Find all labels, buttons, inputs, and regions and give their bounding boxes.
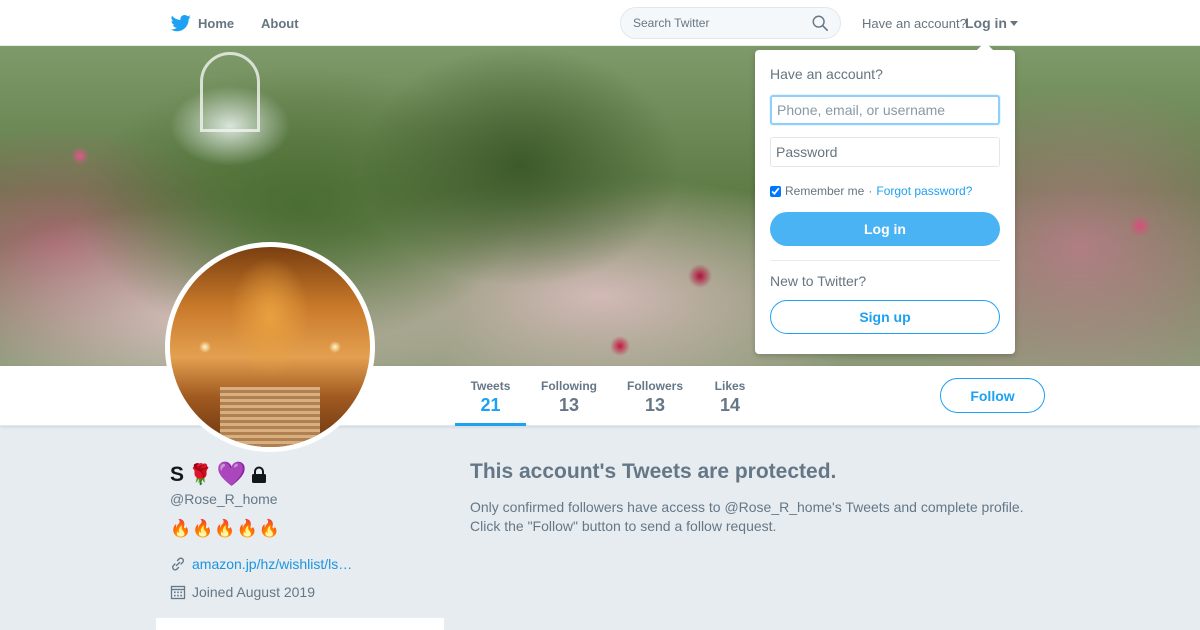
stat-likes[interactable]: Likes 14 — [708, 366, 752, 426]
stat-following-value: 13 — [558, 395, 580, 415]
protected-line-2: Click the "Follow" button to send a foll… — [470, 518, 777, 534]
login-dropdown-toggle[interactable]: Log in — [965, 15, 1018, 31]
profile-handle[interactable]: @Rose_R_home — [170, 491, 278, 507]
sidebar-card — [156, 618, 444, 630]
phone-email-username-field[interactable] — [770, 95, 1000, 125]
profile-joined-text: Joined August 2019 — [192, 584, 315, 600]
avatar[interactable] — [165, 242, 375, 452]
profile-website-link[interactable]: amazon.jp/hz/wishlist/ls… — [192, 556, 352, 572]
profile-bio: 🔥🔥🔥🔥🔥 — [170, 519, 281, 538]
have-account-text: Have an account? — [862, 16, 967, 31]
dropdown-divider — [770, 260, 1000, 261]
profile-link-row: amazon.jp/hz/wishlist/ls… — [170, 556, 352, 572]
protected-line-1: Only confirmed followers have access to … — [470, 499, 1024, 515]
nav-home[interactable]: Home — [170, 13, 234, 33]
stat-following[interactable]: Following 13 — [536, 366, 602, 426]
remember-row: Remember me · Forgot password? — [770, 184, 972, 198]
search-icon[interactable] — [811, 14, 829, 32]
nav-home-label: Home — [198, 15, 235, 31]
lock-icon — [251, 466, 266, 483]
protected-title: This account's Tweets are protected. — [470, 460, 837, 483]
top-navigation: Home About Have an account? Log in — [0, 0, 1200, 46]
stat-likes-label: Likes — [714, 379, 746, 393]
login-toggle-label: Log in — [965, 15, 1007, 31]
protected-description: Only confirmed followers have access to … — [470, 498, 1050, 536]
purple-heart-emoji: 💜 — [216, 461, 247, 488]
stat-tweets-label: Tweets — [470, 379, 511, 393]
profile-name-text: S — [170, 462, 185, 486]
login-dropdown: Have an account? Remember me · Forgot pa… — [755, 42, 1015, 354]
follow-button[interactable]: Follow — [940, 378, 1045, 413]
remember-me-checkbox[interactable] — [770, 185, 781, 197]
profile-name: S 🌹 💜 — [170, 460, 267, 489]
signup-button[interactable]: Sign up — [770, 300, 1000, 334]
remember-separator: · — [868, 184, 873, 198]
link-icon — [172, 557, 184, 571]
password-field[interactable] — [770, 137, 1000, 167]
login-button[interactable]: Log in — [770, 212, 1000, 246]
login-dropdown-title: Have an account? — [770, 66, 883, 82]
avatar-stairs — [220, 387, 320, 447]
search-input[interactable] — [620, 7, 841, 39]
new-to-twitter-text: New to Twitter? — [770, 273, 867, 289]
stat-followers-label: Followers — [626, 379, 683, 393]
nav-about[interactable]: About — [261, 16, 299, 31]
stat-followers[interactable]: Followers 13 — [622, 366, 688, 426]
rose-emoji: 🌹 — [188, 464, 213, 486]
remember-me-label[interactable]: Remember me — [785, 184, 864, 198]
chevron-down-icon — [1010, 20, 1018, 26]
stat-tweets[interactable]: Tweets 21 — [455, 366, 526, 426]
forgot-password-link[interactable]: Forgot password? — [876, 184, 972, 198]
banner-gazebo — [200, 52, 260, 132]
twitter-bird-icon — [170, 15, 191, 32]
avatar-image — [170, 247, 370, 447]
stat-following-label: Following — [541, 379, 597, 393]
profile-joined-row: Joined August 2019 — [170, 584, 315, 600]
stat-followers-value: 13 — [644, 395, 666, 415]
stat-tweets-value: 21 — [480, 395, 501, 415]
calendar-icon — [170, 585, 186, 600]
stat-likes-value: 14 — [719, 395, 741, 415]
